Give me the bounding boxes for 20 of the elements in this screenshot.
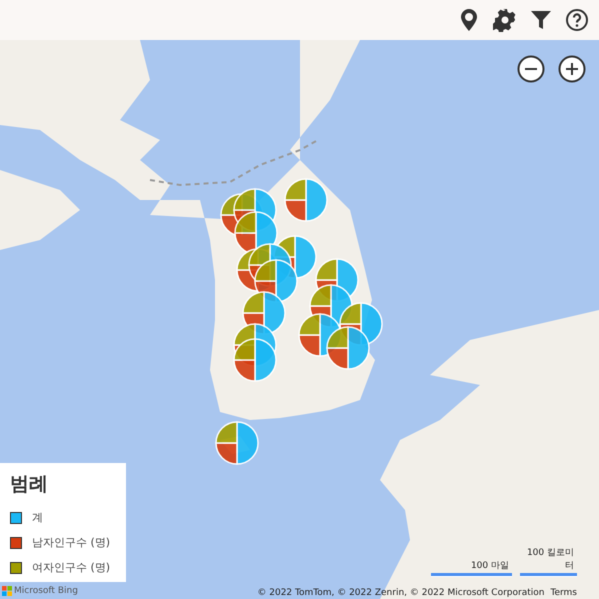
help-icon[interactable]	[565, 8, 589, 32]
legend-label: 남자인구수 (명)	[32, 535, 110, 550]
legend-label: 계	[32, 510, 43, 525]
legend-label: 여자인구수 (명)	[32, 560, 110, 575]
pie-chart-marker[interactable]	[326, 326, 370, 370]
pie-chart-marker[interactable]	[233, 338, 277, 382]
pie-chart-marker[interactable]	[284, 178, 328, 222]
scale-bar: 100 킬로미 터	[520, 547, 577, 576]
logo-icon	[2, 586, 12, 596]
terms-link[interactable]: Terms	[550, 588, 577, 598]
pie-chart-marker[interactable]	[215, 421, 259, 465]
settings-icon[interactable]	[493, 8, 517, 32]
attribution-text: © 2022 TomTom, © 2022 Zenrin, © 2022 Microsoft Corporation	[257, 588, 544, 598]
zoom-in-button[interactable]	[558, 55, 586, 83]
zoom-out-button[interactable]	[517, 55, 545, 83]
map-background[interactable]: 범례 계 남자인구수 (명) 여자인구수 (명) Microsoft Bing 100 마일 100 킬로미 터 © 2022 TomTom, © 2022 Zenrin, © 2022 Microsoft Corporation Terms	[0, 40, 599, 599]
logo-text: Microsoft Bing	[14, 586, 78, 596]
legend-title: 범례	[10, 472, 49, 497]
scale-bar: 100 마일	[431, 560, 512, 576]
filter-icon[interactable]	[529, 8, 553, 32]
